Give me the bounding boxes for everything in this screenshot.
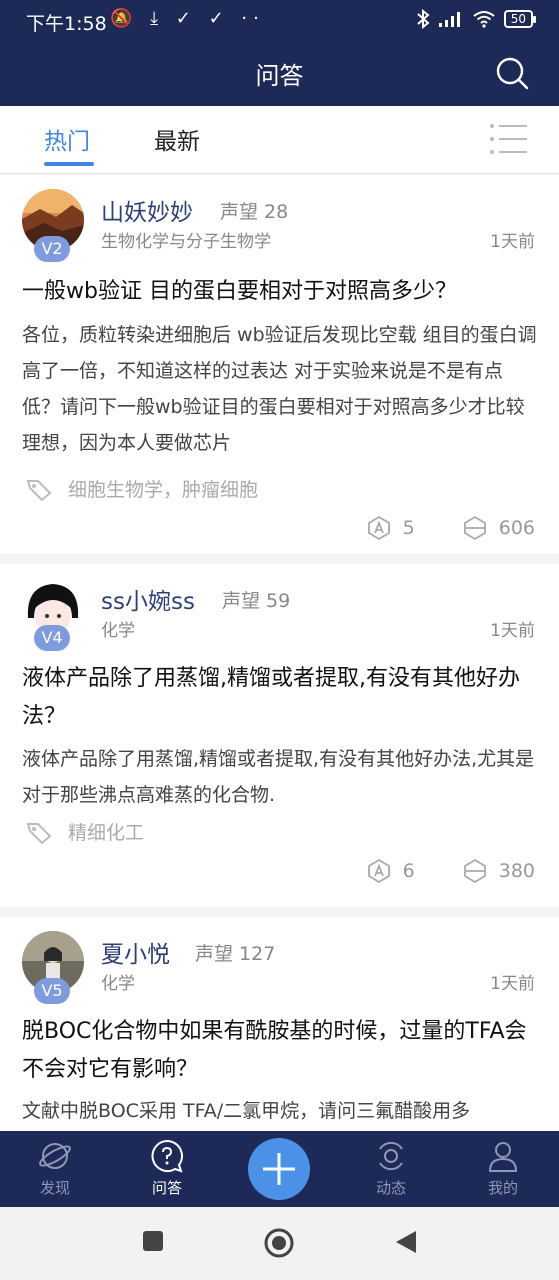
question-title[interactable]: 液体产品除了用蒸馏,精馏或者提取,有没有其他好办法？ xyxy=(22,660,537,736)
answer-icon xyxy=(367,515,390,541)
tag-list[interactable]: 精细化工 xyxy=(68,818,144,845)
battery-icon: 50 xyxy=(503,10,537,28)
nav-discover[interactable]: 发现 xyxy=(15,1139,95,1198)
nav-qa[interactable]: 问答 xyxy=(127,1139,207,1198)
tag-icon xyxy=(26,479,52,501)
tag-icon xyxy=(26,822,52,844)
question-body: 液体产品除了用蒸馏,精馏或者提取,有没有其他好办法,尤其是对于那些沸点高难蒸的化… xyxy=(22,748,535,806)
user-name[interactable]: ss小婉ss xyxy=(101,582,195,616)
post-time: 1天前 xyxy=(490,974,535,994)
page-title: 问答 xyxy=(255,62,304,90)
app-header: 问答 xyxy=(0,40,559,106)
nav-label: 动态 xyxy=(375,1179,406,1197)
person-icon xyxy=(488,1142,518,1172)
nav-label: 发现 xyxy=(39,1179,70,1197)
back-button[interactable] xyxy=(394,1229,418,1255)
status-bar: 下午1:58 🔕 ⤓ ✓ ✓ ·· 50 xyxy=(0,0,559,40)
stats-row: 6 380 xyxy=(367,858,535,884)
search-icon[interactable] xyxy=(495,56,529,90)
plus-icon xyxy=(263,1153,295,1185)
wifi-icon xyxy=(473,11,495,28)
reputation: 声望 127 xyxy=(195,943,276,965)
view-icon xyxy=(463,515,486,541)
signal-icon xyxy=(438,12,460,27)
recents-button[interactable] xyxy=(141,1229,165,1253)
question-bubble-icon xyxy=(151,1139,183,1173)
answer-count: 5 xyxy=(367,515,415,541)
question-card[interactable]: V5 夏小悦 声望 127 化学 1天前 脱BOC化合物中如果有酰胺基的时候，过… xyxy=(0,917,559,1131)
user-avatar[interactable]: V4 xyxy=(22,578,86,651)
nav-profile[interactable]: 我的 xyxy=(463,1139,543,1198)
reputation: 声望 28 xyxy=(220,201,289,223)
status-time: 下午1:58 xyxy=(26,13,107,35)
question-card[interactable]: V4 ss小婉ss 声望 59 化学 1天前 液体产品除了用蒸馏,精馏或者提取,… xyxy=(0,564,559,907)
view-count-value: 380 xyxy=(498,860,535,882)
bottom-nav: 发现 问答 动态 我的 xyxy=(0,1131,559,1207)
nav-label: 我的 xyxy=(487,1179,518,1197)
view-icon xyxy=(463,858,486,884)
post-time: 1天前 xyxy=(490,621,535,641)
tag-row: 细胞生物学，肿瘤细胞 xyxy=(26,475,258,502)
user-name[interactable]: 山妖妙妙 xyxy=(101,193,193,227)
planet-icon xyxy=(39,1143,71,1169)
tag-row: 精细化工 xyxy=(26,818,144,845)
view-count-value: 606 xyxy=(498,517,535,539)
view-count: 606 xyxy=(463,515,535,541)
tab-bar: 热门 最新 xyxy=(0,106,559,174)
question-body: 文献中脱BOC采用 TFA/二氯甲烷，请问三氟醋酸用多 xyxy=(22,1100,471,1122)
reputation: 声望 59 xyxy=(222,590,291,612)
user-name[interactable]: 夏小悦 xyxy=(101,935,170,969)
question-title[interactable]: 脱BOC化合物中如果有酰胺基的时候，过量的TFA会不会对它有影响？ xyxy=(22,1013,537,1089)
level-badge: V5 xyxy=(34,978,70,1004)
question-title[interactable]: 一般wb验证 目的蛋白要相对于对照高多少？ xyxy=(22,273,537,311)
stats-row: 5 606 xyxy=(367,515,535,541)
category-menu-icon[interactable] xyxy=(489,122,529,156)
answer-count: 6 xyxy=(367,858,415,884)
answer-icon xyxy=(367,858,390,884)
level-badge: V2 xyxy=(34,236,70,262)
user-avatar[interactable]: V5 xyxy=(22,931,86,1004)
question-feed: V2 山妖妙妙 声望 28 生物化学与分子生物学 1天前 一般wb验证 目的蛋白… xyxy=(0,175,559,1131)
nav-activity[interactable]: 动态 xyxy=(351,1139,431,1198)
bluetooth-icon xyxy=(417,9,430,29)
user-field: 生物化学与分子生物学 xyxy=(101,232,271,252)
nav-label: 问答 xyxy=(151,1179,182,1197)
answer-count-value: 6 xyxy=(402,860,415,882)
user-avatar[interactable]: V2 xyxy=(22,189,86,262)
tab-latest[interactable]: 最新 xyxy=(154,122,200,156)
status-right-icons: 50 xyxy=(416,9,537,29)
signal-waves-icon xyxy=(379,1142,403,1170)
user-field: 化学 xyxy=(101,621,135,641)
system-nav-bar xyxy=(0,1207,559,1280)
question-body: 各位，质粒转染进细胞后 wb验证后发现比空载 组目的蛋白调高了一倍，不知道这样的… xyxy=(22,324,537,454)
question-card[interactable]: V2 山妖妙妙 声望 28 生物化学与分子生物学 1天前 一般wb验证 目的蛋白… xyxy=(0,175,559,554)
add-question-button[interactable] xyxy=(248,1138,310,1200)
user-field: 化学 xyxy=(101,974,135,994)
home-button[interactable] xyxy=(263,1227,295,1259)
level-badge: V4 xyxy=(34,625,70,651)
status-notification-icons: 🔕 ⤓ ✓ ✓ ·· xyxy=(110,8,265,29)
post-time: 1天前 xyxy=(490,232,535,252)
active-tab-indicator xyxy=(44,162,94,166)
tag-list[interactable]: 细胞生物学，肿瘤细胞 xyxy=(68,475,258,502)
view-count: 380 xyxy=(463,858,535,884)
tab-hot[interactable]: 热门 xyxy=(44,122,90,156)
answer-count-value: 5 xyxy=(402,517,415,539)
